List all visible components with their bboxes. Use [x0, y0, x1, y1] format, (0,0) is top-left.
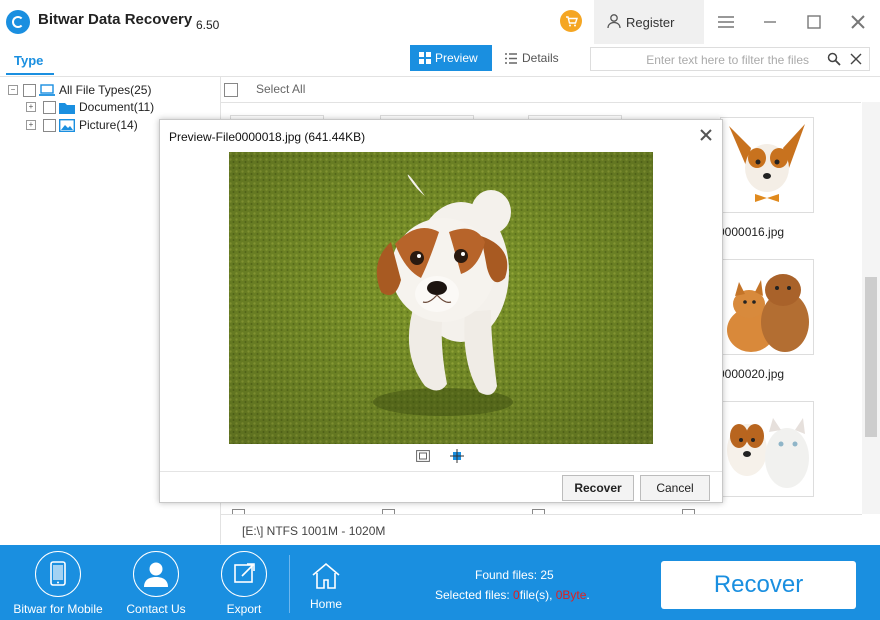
select-all-label[interactable]: Select All	[256, 82, 305, 96]
details-view-button[interactable]: Details	[496, 45, 578, 71]
puppy-on-grass-photo	[229, 152, 653, 444]
cart-icon[interactable]	[560, 10, 582, 32]
close-icon[interactable]	[846, 10, 870, 34]
home-icon	[312, 562, 340, 589]
all-file-types-checkbox[interactable]	[23, 84, 36, 97]
export-label: Export	[226, 602, 262, 616]
actual-size-icon[interactable]	[450, 449, 464, 463]
app-logo-icon	[6, 10, 30, 34]
details-view-label: Details	[522, 51, 559, 65]
tree-item-document[interactable]: + Document(11)	[26, 99, 206, 115]
tab-type-indicator	[6, 73, 54, 75]
contact-icon	[133, 551, 179, 597]
filter-input[interactable]	[597, 50, 811, 70]
expand-icon[interactable]: +	[26, 102, 36, 112]
tree-label: All File Types(25)	[59, 83, 152, 97]
selected-files-mid: file(s),	[519, 588, 556, 602]
image-icon	[59, 119, 75, 132]
dog-photo-thumbnail	[721, 118, 813, 212]
menu-icon[interactable]	[714, 10, 738, 34]
file-thumbnail-dog[interactable]	[720, 117, 814, 213]
selected-files-summary: Selected files: 0file(s), 0Byte.	[435, 588, 590, 602]
file-thumbnail-cat-dog[interactable]	[720, 259, 814, 355]
recover-button[interactable]: Recover	[661, 561, 856, 609]
partition-info: [E:\] NTFS 1001M - 1020M	[242, 524, 386, 538]
contact-us-button[interactable]: Contact Us	[106, 545, 206, 620]
tree-label: Picture(14)	[79, 118, 138, 132]
export-icon	[221, 551, 267, 597]
preview-image	[229, 152, 653, 444]
tree-label: Document(11)	[79, 100, 155, 114]
selected-size-value: 0Byte	[555, 588, 587, 602]
grid-header-divider	[221, 102, 861, 103]
search-icon[interactable]	[827, 52, 841, 66]
fit-to-window-icon[interactable]	[416, 450, 430, 462]
preview-view-label: Preview	[435, 51, 478, 65]
maximize-icon[interactable]	[802, 10, 826, 34]
minimize-icon[interactable]	[758, 10, 782, 34]
found-files-value: 25	[540, 568, 554, 582]
clear-filter-icon[interactable]	[850, 53, 862, 65]
file-name-label: 0000016.jpg	[718, 225, 785, 239]
selected-files-suffix: .	[586, 588, 590, 602]
home-label: Home	[309, 597, 342, 611]
status-divider	[221, 514, 862, 515]
select-all-checkbox[interactable]	[224, 83, 238, 97]
tree-item-all-file-types[interactable]: − All File Types(25)	[8, 82, 208, 98]
preview-dialog-title: Preview-File0000018.jpg (641.44KB)	[169, 130, 366, 144]
bitwar-mobile-label: Bitwar for Mobile	[13, 602, 103, 616]
preview-dialog: Preview-File0000018.jpg (641.44KB) Recov…	[159, 119, 723, 503]
app-version: 6.50	[196, 18, 220, 32]
selected-files-prefix: Selected files:	[435, 588, 514, 602]
dialog-close-icon[interactable]	[697, 126, 715, 144]
tab-type[interactable]: Type	[14, 53, 43, 68]
user-icon	[607, 14, 621, 29]
file-thumbnail-dog-cat[interactable]	[720, 401, 814, 497]
picture-checkbox[interactable]	[43, 119, 56, 132]
bitwar-mobile-button[interactable]: Bitwar for Mobile	[8, 545, 108, 620]
cart-glyph-icon	[566, 16, 578, 27]
document-checkbox[interactable]	[43, 101, 56, 114]
found-files-count: Found files: 25	[475, 568, 554, 582]
cat-dog-photo-thumbnail	[721, 260, 813, 354]
file-name-label: 0000020.jpg	[718, 367, 785, 381]
expand-icon[interactable]: +	[26, 120, 36, 130]
selected-count-value: 0	[513, 588, 520, 602]
dialog-recover-button[interactable]: Recover	[562, 475, 634, 501]
folder-icon	[59, 103, 75, 114]
preview-view-button[interactable]: Preview	[410, 45, 492, 71]
found-files-prefix: Found files:	[475, 568, 541, 582]
register-label[interactable]: Register	[626, 15, 674, 30]
dialog-footer-divider	[160, 471, 722, 472]
dog-cat-photo-thumbnail	[721, 402, 813, 496]
contact-us-label: Contact Us	[126, 602, 186, 616]
home-button[interactable]: Home	[290, 545, 362, 620]
grid-icon	[419, 52, 431, 64]
export-button[interactable]: Export	[194, 545, 294, 620]
list-icon	[505, 53, 517, 64]
mobile-icon	[35, 551, 81, 597]
collapse-icon[interactable]: −	[8, 85, 18, 95]
computer-icon	[39, 84, 55, 96]
grid-scrollbar-thumb[interactable]	[865, 277, 877, 437]
dialog-cancel-button[interactable]: Cancel	[640, 475, 710, 501]
filter-box	[590, 47, 870, 71]
app-title: Bitwar Data Recovery	[38, 11, 193, 28]
